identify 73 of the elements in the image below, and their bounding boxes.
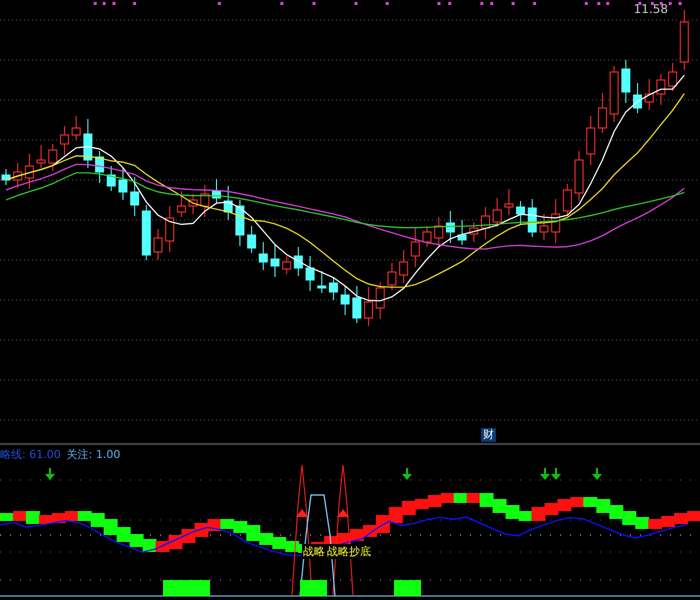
candlestick	[376, 282, 385, 320]
candlestick	[680, 10, 689, 70]
down-arrow-icon	[540, 468, 550, 480]
candlestick	[399, 250, 408, 284]
candlestick	[621, 60, 630, 104]
candlestick	[469, 222, 478, 242]
candlestick	[352, 286, 362, 324]
candlestick	[235, 200, 244, 246]
candlestick	[247, 226, 256, 254]
candlestick	[410, 226, 420, 268]
down-arrow-icon	[592, 468, 602, 480]
candlestick	[130, 176, 140, 216]
candlestick	[458, 220, 467, 246]
candlestick	[364, 286, 374, 326]
candlestick	[668, 62, 678, 92]
candlestick	[270, 244, 280, 278]
info-marker: 财	[481, 428, 496, 442]
candlestick	[83, 118, 92, 168]
price-label: 11.58	[634, 2, 668, 16]
candlestick	[60, 126, 69, 156]
candlestick	[118, 168, 128, 200]
candlestick	[492, 198, 502, 228]
candlestick	[387, 262, 396, 290]
candlestick	[72, 116, 81, 140]
candlestick	[340, 286, 350, 316]
candlestick	[165, 206, 174, 252]
candlestick	[200, 184, 210, 218]
down-arrow-icon	[402, 468, 412, 480]
candlestick	[656, 74, 666, 106]
signal-label: 战略抄底	[326, 544, 372, 559]
candlestick	[306, 256, 315, 292]
down-arrow-icon	[551, 468, 561, 480]
candlestick	[282, 256, 292, 274]
candlestick	[598, 92, 607, 134]
candlestick	[516, 200, 526, 226]
signal-bar	[163, 580, 210, 596]
candlestick	[13, 162, 22, 188]
candlestick	[106, 166, 116, 192]
candlestick	[224, 186, 233, 220]
candlestick	[2, 168, 10, 186]
candlestick	[528, 198, 537, 238]
candlestick	[446, 210, 455, 244]
candlestick	[48, 144, 58, 172]
candlestick	[24, 154, 34, 190]
candlestick	[154, 228, 163, 260]
indicator-value-label: 关注: 1.00	[66, 447, 120, 462]
candlestick	[504, 188, 514, 216]
signal-bar	[394, 580, 421, 596]
candlestick	[586, 116, 596, 166]
candlestick	[434, 216, 444, 246]
indicator-value-label: 略线: 61.00	[0, 447, 61, 462]
candlestick	[258, 242, 268, 270]
candlestick	[176, 190, 186, 218]
candlestick	[212, 178, 221, 204]
candlestick	[36, 144, 46, 168]
candlestick	[551, 198, 560, 244]
signal-bar	[300, 580, 327, 596]
candlestick	[481, 206, 490, 240]
candlestick	[188, 194, 198, 214]
candlestick	[539, 214, 548, 240]
signal-label: 战略	[302, 544, 326, 559]
candlestick	[294, 246, 303, 276]
candlestick	[562, 184, 572, 216]
candlestick	[422, 226, 432, 248]
candlestick	[317, 270, 326, 294]
candlestick	[633, 82, 642, 114]
candlestick	[95, 150, 104, 184]
down-arrow-icon	[45, 468, 55, 480]
candlestick	[610, 66, 619, 122]
candlestick	[328, 276, 338, 300]
candlestick	[574, 150, 584, 202]
candlestick	[644, 78, 654, 110]
candlestick	[142, 204, 151, 260]
